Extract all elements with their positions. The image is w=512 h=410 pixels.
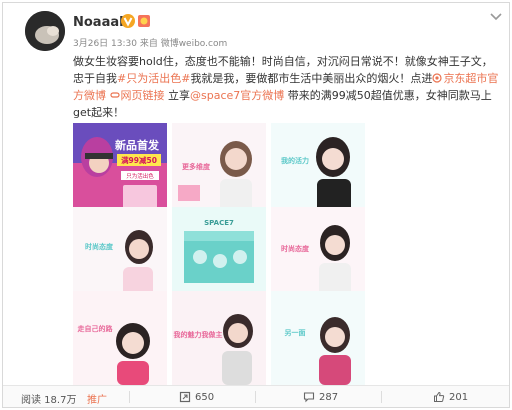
image-actress-3[interactable]: 时尚态度	[73, 207, 167, 301]
promo-image: 新品首发 满99减50 只为活出色	[73, 123, 167, 217]
thumbs-up-icon	[434, 391, 445, 402]
weibo-post-card: Noaaah 3月26日 13:30 来自 微博weibo.com 做女生妆容要…	[2, 2, 510, 408]
comment-icon	[303, 392, 315, 403]
actress-image: 时尚态度	[73, 207, 167, 301]
like-count: 201	[449, 392, 469, 403]
actress-image: 更多维度	[172, 123, 266, 217]
repost-icon	[179, 391, 191, 403]
image-actress-4[interactable]: 时尚态度	[271, 207, 365, 301]
divider	[129, 391, 130, 403]
cell-6-caption: 时尚态度	[281, 244, 310, 253]
product-image: SPACE7	[172, 207, 266, 301]
web-link[interactable]: 网页链接	[109, 89, 165, 102]
divider	[255, 391, 256, 403]
actress-image: 另一面	[271, 291, 365, 385]
image-actress-2[interactable]: 我的活力	[271, 123, 365, 217]
cell-2-caption: 更多维度	[182, 162, 211, 171]
avatar[interactable]	[25, 11, 65, 51]
image-promo-new[interactable]: 新品首发 满99减50 只为活出色	[73, 123, 167, 217]
image-product[interactable]: SPACE7	[172, 207, 266, 301]
promo-title: 新品首发	[115, 138, 160, 152]
actress-image: 我的魅力我做主	[172, 291, 266, 385]
chevron-down-icon[interactable]	[489, 12, 503, 22]
post-text-2: 我就是我，要做都市生活中美丽出众的烟火！点进	[190, 72, 433, 85]
post-content: 做女生妆容要hold住，态度也不能输！时尚自信，对沉闷日常说不！就像女神王子文，…	[73, 53, 499, 121]
brand-label: SPACE7	[204, 219, 234, 227]
post-action-bar: 阅读 18.7万 推广 650 287 201	[3, 385, 509, 407]
mention-link[interactable]: @space7官方微博	[190, 89, 284, 102]
actress-image: 我的活力	[271, 123, 365, 217]
web-link-label: 网页链接	[120, 89, 165, 102]
promo-sub: 满99减50	[121, 155, 157, 165]
like-button[interactable]: 201	[433, 391, 468, 403]
actress-image: 时尚态度	[271, 207, 365, 301]
read-count: 阅读 18.7万	[21, 395, 77, 406]
image-actress-7[interactable]: 另一面	[271, 291, 365, 385]
promote-link[interactable]: 推广	[87, 391, 107, 406]
actress-image: 走自己的路	[73, 291, 167, 385]
divider	[381, 391, 382, 403]
hashtag-link[interactable]: #只为活出色#	[117, 72, 190, 85]
cell-9-caption: 另一面	[285, 328, 306, 337]
comment-button[interactable]: 287	[303, 391, 338, 403]
cell-8-caption: 我的魅力我做主	[174, 330, 223, 339]
image-actress-1[interactable]: 更多维度	[172, 123, 266, 217]
cell-7-caption: 走自己的路	[78, 324, 114, 333]
repost-button[interactable]: 650	[179, 391, 214, 403]
image-actress-6[interactable]: 我的魅力我做主	[172, 291, 266, 385]
link-icon	[109, 92, 120, 98]
repost-count: 650	[195, 392, 215, 403]
post-text-3: 立享	[164, 89, 190, 102]
post-meta[interactable]: 3月26日 13:30 来自 微博weibo.com	[73, 36, 227, 49]
cell-3-caption: 我的活力	[281, 156, 309, 165]
promo-badge: 只为活出色	[126, 172, 154, 180]
at-icon	[432, 73, 443, 83]
image-grid: 新品首发 满99减50 只为活出色 更多维度 我的活力 时尚态度 SPACE7 …	[73, 123, 365, 385]
medal-icon[interactable]	[137, 14, 151, 28]
comment-count: 287	[319, 392, 339, 403]
verified-v-icon	[121, 14, 135, 28]
image-actress-5[interactable]: 走自己的路	[73, 291, 167, 385]
cell-4-caption: 时尚态度	[85, 242, 114, 251]
